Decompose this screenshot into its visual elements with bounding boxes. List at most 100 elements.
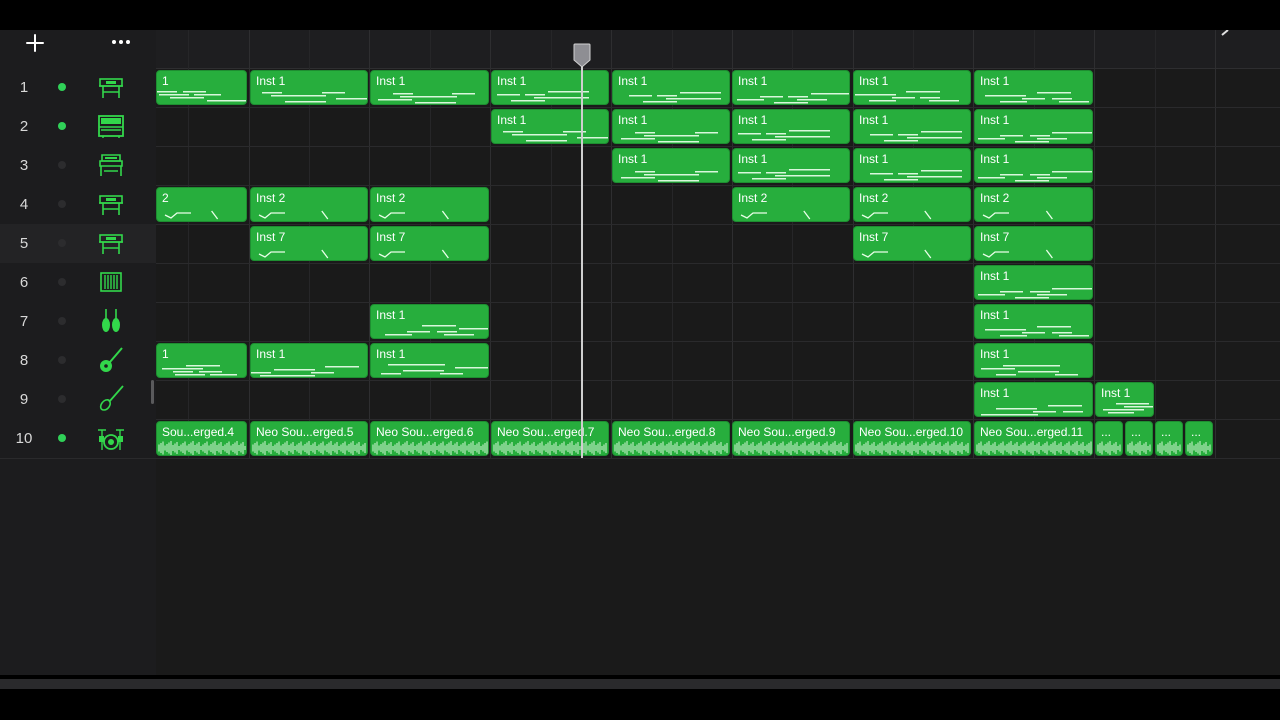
track-header-7[interactable]: 7 <box>0 302 156 342</box>
region-track1[interactable]: Inst 1 <box>250 70 368 105</box>
region-label: Inst 1 <box>738 113 768 127</box>
region-track8[interactable]: Inst 1 <box>250 343 368 378</box>
region-track10[interactable]: Neo Sou...erged.11 <box>974 421 1093 456</box>
track-header-4[interactable]: 4 <box>0 185 156 225</box>
plus-icon[interactable] <box>24 32 46 54</box>
region-track5[interactable]: Inst 7 <box>370 226 489 261</box>
track-header-10[interactable]: 10 <box>0 419 156 459</box>
region-track10[interactable]: Neo Sou...erged.7 <box>491 421 609 456</box>
region-track10[interactable]: Sou...erged.4 <box>156 421 247 456</box>
region-track10[interactable]: ... <box>1095 421 1123 456</box>
keyboard-icon <box>99 78 123 98</box>
region-track4[interactable]: Inst 2 <box>732 187 850 222</box>
region-track3[interactable]: Inst 1 <box>853 148 971 183</box>
track-activity-dot[interactable] <box>58 239 66 247</box>
region-track10[interactable]: Neo Sou...erged.8 <box>612 421 730 456</box>
midi-notes <box>621 171 718 182</box>
region-track2[interactable]: Inst 1 <box>732 109 850 144</box>
region-track1[interactable]: Inst 1 <box>370 70 489 105</box>
timeline-ruler[interactable] <box>156 30 1280 69</box>
track-header-8[interactable]: 8 <box>0 341 156 381</box>
region-label: Inst 2 <box>256 191 286 205</box>
track-number: 4 <box>19 196 29 213</box>
region-track2[interactable]: Inst 1 <box>853 109 971 144</box>
region-track9[interactable]: Inst 1 <box>974 382 1093 417</box>
region-label: Inst 1 <box>497 113 527 127</box>
region-track10[interactable]: ... <box>1125 421 1153 456</box>
region-label: Neo Sou...erged.9 <box>738 425 836 439</box>
region-track1[interactable]: 1 <box>156 70 247 105</box>
region-track10[interactable]: Neo Sou...erged.9 <box>732 421 850 456</box>
ellipsis-icon[interactable] <box>110 36 132 48</box>
track-activity-dot[interactable] <box>58 278 66 286</box>
track-header-5[interactable]: 5 <box>0 224 156 264</box>
midi-notes <box>738 169 830 180</box>
track-header-2[interactable]: 2 <box>0 107 156 147</box>
region-label: Inst 1 <box>980 269 1010 283</box>
region-track10[interactable]: ... <box>1155 421 1183 456</box>
region-track7[interactable]: Inst 1 <box>370 304 489 339</box>
region-track4[interactable]: 2 <box>156 187 247 222</box>
region-track10[interactable]: Neo Sou...erged.10 <box>853 421 971 456</box>
track-activity-dot[interactable] <box>58 83 66 91</box>
region-track2[interactable]: Inst 1 <box>612 109 730 144</box>
region-track1[interactable]: Inst 1 <box>853 70 971 105</box>
region-track3[interactable]: Inst 1 <box>612 148 730 183</box>
track-list-resize-handle[interactable] <box>151 380 154 404</box>
scroll-track[interactable] <box>0 679 1280 689</box>
midi-notes <box>981 405 1083 416</box>
track-activity-dot[interactable] <box>58 434 66 442</box>
track-number: 8 <box>19 352 29 369</box>
track-activity-dot[interactable] <box>58 122 66 130</box>
track-activity-dot[interactable] <box>58 356 66 364</box>
region-track8[interactable]: 1 <box>156 343 247 378</box>
region-track8[interactable]: Inst 1 <box>370 343 489 378</box>
region-label: Inst 7 <box>859 230 889 244</box>
region-track2[interactable]: Inst 1 <box>974 109 1093 144</box>
region-label: Inst 1 <box>376 347 406 361</box>
track-activity-dot[interactable] <box>58 200 66 208</box>
region-track2[interactable]: Inst 1 <box>491 109 609 144</box>
midi-notes <box>385 325 488 336</box>
midi-notes <box>258 210 329 220</box>
region-track10[interactable]: Neo Sou...erged.5 <box>250 421 368 456</box>
region-label: Inst 2 <box>859 191 889 205</box>
region-track1[interactable]: Inst 1 <box>491 70 609 105</box>
track-activity-dot[interactable] <box>58 395 66 403</box>
track-activity-dot[interactable] <box>58 161 66 169</box>
region-track9[interactable]: Inst 1 <box>1095 382 1154 417</box>
track-header-6[interactable]: 6 <box>0 263 156 303</box>
track-header-9[interactable]: 9 <box>0 380 156 420</box>
region-track4[interactable]: Inst 2 <box>974 187 1093 222</box>
region-track7[interactable]: Inst 1 <box>974 304 1093 339</box>
back-arrow-icon[interactable] <box>1218 30 1232 42</box>
region-track1[interactable]: Inst 1 <box>612 70 730 105</box>
region-track8[interactable]: Inst 1 <box>974 343 1093 378</box>
midi-notes <box>629 92 721 103</box>
region-label: Sou...erged.4 <box>162 425 235 439</box>
audio-waveform <box>855 441 969 455</box>
region-track4[interactable]: Inst 2 <box>370 187 489 222</box>
region-label: Inst 7 <box>980 230 1010 244</box>
region-track4[interactable]: Inst 2 <box>250 187 368 222</box>
midi-notes <box>861 210 932 220</box>
region-track1[interactable]: Inst 1 <box>732 70 850 105</box>
region-track6[interactable]: Inst 1 <box>974 265 1093 300</box>
region-track3[interactable]: Inst 1 <box>732 148 850 183</box>
upright-piano-icon <box>98 115 124 138</box>
track-header-1[interactable]: 1 <box>0 68 156 108</box>
region-track5[interactable]: Inst 7 <box>853 226 971 261</box>
region-track3[interactable]: Inst 1 <box>974 148 1093 183</box>
region-track10[interactable]: Neo Sou...erged.6 <box>370 421 489 456</box>
region-track5[interactable]: Inst 7 <box>250 226 368 261</box>
region-track1[interactable]: Inst 1 <box>974 70 1093 105</box>
track-activity-dot[interactable] <box>58 317 66 325</box>
region-track4[interactable]: Inst 2 <box>853 187 971 222</box>
region-track5[interactable]: Inst 7 <box>974 226 1093 261</box>
playhead-handle[interactable] <box>572 42 592 68</box>
track-header-3[interactable]: 3 <box>0 146 156 186</box>
region-label: Inst 1 <box>256 347 286 361</box>
track-number: 10 <box>15 430 33 447</box>
region-track10[interactable]: ... <box>1185 421 1213 456</box>
region-label: Inst 2 <box>738 191 768 205</box>
